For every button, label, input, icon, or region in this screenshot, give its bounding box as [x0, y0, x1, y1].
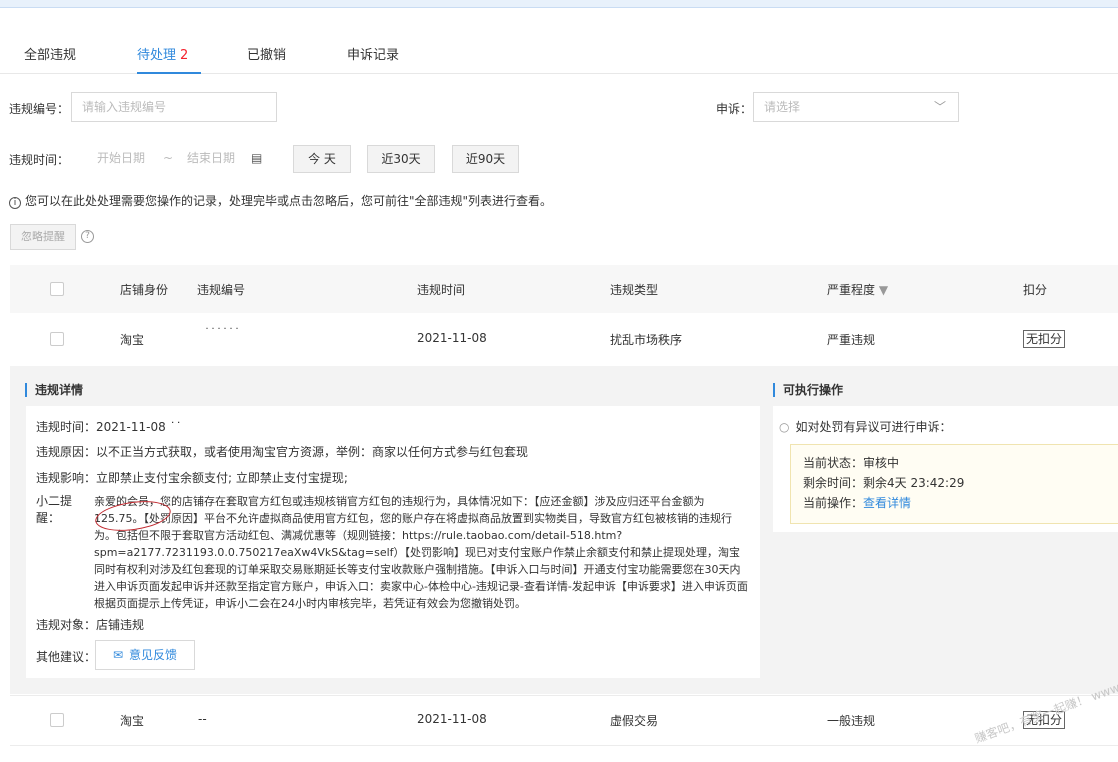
mail-icon: ✉ [112, 648, 124, 662]
remain-value: 剩余4天 23:42:29 [863, 476, 965, 490]
status-label: 当前状态： [803, 456, 864, 470]
chevron-down-icon: ﹀ [933, 100, 946, 114]
operations-title: 可执行操作 [773, 383, 843, 397]
detail-reason-value: 以不正当方式获取，或者使用淘宝官方资源，举例：商家以任何方式参与红包套现 [96, 445, 529, 459]
tab-label: 申诉记录 [347, 48, 400, 63]
row-divider [10, 745, 1118, 746]
row-shop: 淘宝 [120, 333, 145, 347]
operations-box: ○ 如对处罚有异议可进行申诉： 当前状态：审核中 剩余时间：剩余4天 23:42:… [773, 406, 1118, 532]
row-checkbox[interactable] [50, 332, 64, 346]
bullet-icon: ○ [779, 420, 790, 434]
detail-impact-value: 立即禁止支付宝余额支付; 立即禁止支付宝提现; [96, 471, 348, 485]
help-icon[interactable]: ? [81, 230, 94, 243]
row-severity: 一般违规 [827, 714, 876, 728]
range-separator: ~ [163, 151, 174, 165]
detail-target-label: 违规对象： [36, 618, 97, 632]
detail-reason-label: 违规原因： [36, 445, 97, 459]
detail-time-label: 违规时间： [36, 420, 97, 434]
detail-other-label: 其他建议： [36, 650, 97, 664]
calendar-icon[interactable]: ▤ [251, 144, 262, 172]
row-checkbox[interactable] [50, 713, 64, 727]
detail-target-row: 违规对象：店铺违规 [36, 616, 144, 633]
header-shop: 店铺身份 [120, 283, 169, 297]
feedback-button-label: 意见反馈 [129, 648, 178, 662]
filter-icon[interactable]: ▼ [879, 283, 888, 297]
header-type: 违规类型 [610, 283, 659, 297]
date-range-picker[interactable]: 开始日期 ~ 结束日期 ▤ [71, 144, 277, 174]
tab-label: 已撤销 [247, 48, 287, 63]
header-severity[interactable]: 严重程度 ▼ [827, 281, 888, 298]
row-violation-no: -- [198, 712, 207, 726]
detail-reason-row: 违规原因：以不正当方式获取，或者使用淘宝官方资源，举例：商家以任何方式参与红包套… [36, 443, 528, 460]
detail-remind-label: 小二提醒： [36, 494, 73, 525]
info-icon: i [9, 197, 21, 209]
status-row: 当前状态：审核中 [803, 453, 1117, 473]
tab-count: 2 [180, 48, 189, 63]
today-button[interactable]: 今 天 [293, 145, 351, 173]
tab-label: 待处理 [137, 48, 177, 63]
last-30-days-button[interactable]: 近30天 [367, 145, 435, 173]
detail-time-row: 违规时间：2021-11-08 ˙˙ [36, 418, 182, 435]
row-severity: 严重违规 [827, 333, 876, 347]
ignore-reminder-button[interactable]: 忽略提醒 [10, 224, 76, 250]
violation-no-input[interactable]: 请输入违规编号 [71, 92, 277, 122]
appeal-label: 申诉： [716, 102, 753, 116]
row-divider [10, 695, 1118, 696]
detail-remind-text: 亲爱的会员，您的店铺存在套取官方红包或违规核销官方红包的违规行为，具体情况如下：… [94, 495, 748, 610]
header-severity-label: 严重程度 [827, 283, 876, 297]
appeal-select-value: 请选择 [764, 100, 801, 114]
tab-bar: 全部违规 待处理 2 已撤销 申诉记录 [0, 36, 1118, 74]
detail-box: 违规时间：2021-11-08 ˙˙ 违规原因：以不正当方式获取，或者使用淘宝官… [26, 406, 760, 678]
detail-impact-row: 违规影响：立即禁止支付宝余额支付; 立即禁止支付宝提现; [36, 469, 348, 486]
tab-appeal-records[interactable]: 申诉记录 [347, 44, 399, 74]
view-details-link[interactable]: 查看详情 [863, 496, 911, 510]
tab-label: 全部违规 [24, 48, 77, 63]
info-notice: i 您可以在此处处理需要您操作的记录，处理完毕或点击忽略后，您可前往"全部违规"列… [9, 192, 552, 209]
violation-no-label: 违规编号： [9, 102, 70, 116]
appeal-hint: 如对处罚有异议可进行申诉： [795, 420, 952, 434]
row-time: 2021-11-08 [417, 331, 487, 345]
tab-pending[interactable]: 待处理 2 [137, 44, 201, 74]
header-time: 违规时间 [417, 283, 466, 297]
status-value: 审核中 [863, 456, 900, 470]
detail-target-value: 店铺违规 [96, 618, 145, 632]
tab-all[interactable]: 全部违规 [24, 44, 76, 74]
row-type: 虚假交易 [610, 714, 659, 728]
detail-time-value: 2021-11-08 ˙˙ [96, 420, 182, 434]
appeal-status-box: 当前状态：审核中 剩余时间：剩余4天 23:42:29 当前操作：查看详情 [790, 444, 1118, 524]
header-violation-no: 违规编号 [197, 283, 246, 297]
op-label: 当前操作： [803, 496, 864, 510]
time-label: 违规时间： [9, 153, 70, 167]
info-text: 您可以在此处处理需要您操作的记录，处理完毕或点击忽略后，您可前往"全部违规"列表… [25, 194, 553, 208]
row-shop: 淘宝 [120, 714, 145, 728]
select-all-checkbox[interactable] [50, 282, 64, 296]
detail-title: 违规详情 [25, 383, 83, 397]
table-header: 店铺身份 违规编号 违规时间 违规类型 严重程度 ▼ 扣分 [10, 265, 1118, 313]
row-violation-no: ˙˙˙˙˙˙ [204, 326, 240, 340]
end-date-input[interactable]: 结束日期 [187, 144, 235, 172]
appeal-hint-row: ○ 如对处罚有异议可进行申诉： [779, 418, 952, 435]
remain-row: 剩余时间：剩余4天 23:42:29 [803, 473, 1117, 493]
op-row: 当前操作：查看详情 [803, 493, 1117, 513]
tab-revoked[interactable]: 已撤销 [247, 44, 286, 74]
appeal-select[interactable]: 请选择 ﹀ [753, 92, 959, 122]
detail-impact-label: 违规影响： [36, 471, 97, 485]
row-points-badge: 无扣分 [1023, 330, 1066, 348]
top-bar [0, 0, 1118, 8]
start-date-input[interactable]: 开始日期 [97, 144, 145, 172]
row-type: 扰乱市场秩序 [610, 333, 683, 347]
row-time: 2021-11-08 [417, 712, 487, 726]
remain-label: 剩余时间： [803, 476, 864, 490]
last-90-days-button[interactable]: 近90天 [452, 145, 519, 173]
feedback-button[interactable]: ✉ 意见反馈 [95, 640, 195, 670]
header-points: 扣分 [1023, 283, 1048, 297]
